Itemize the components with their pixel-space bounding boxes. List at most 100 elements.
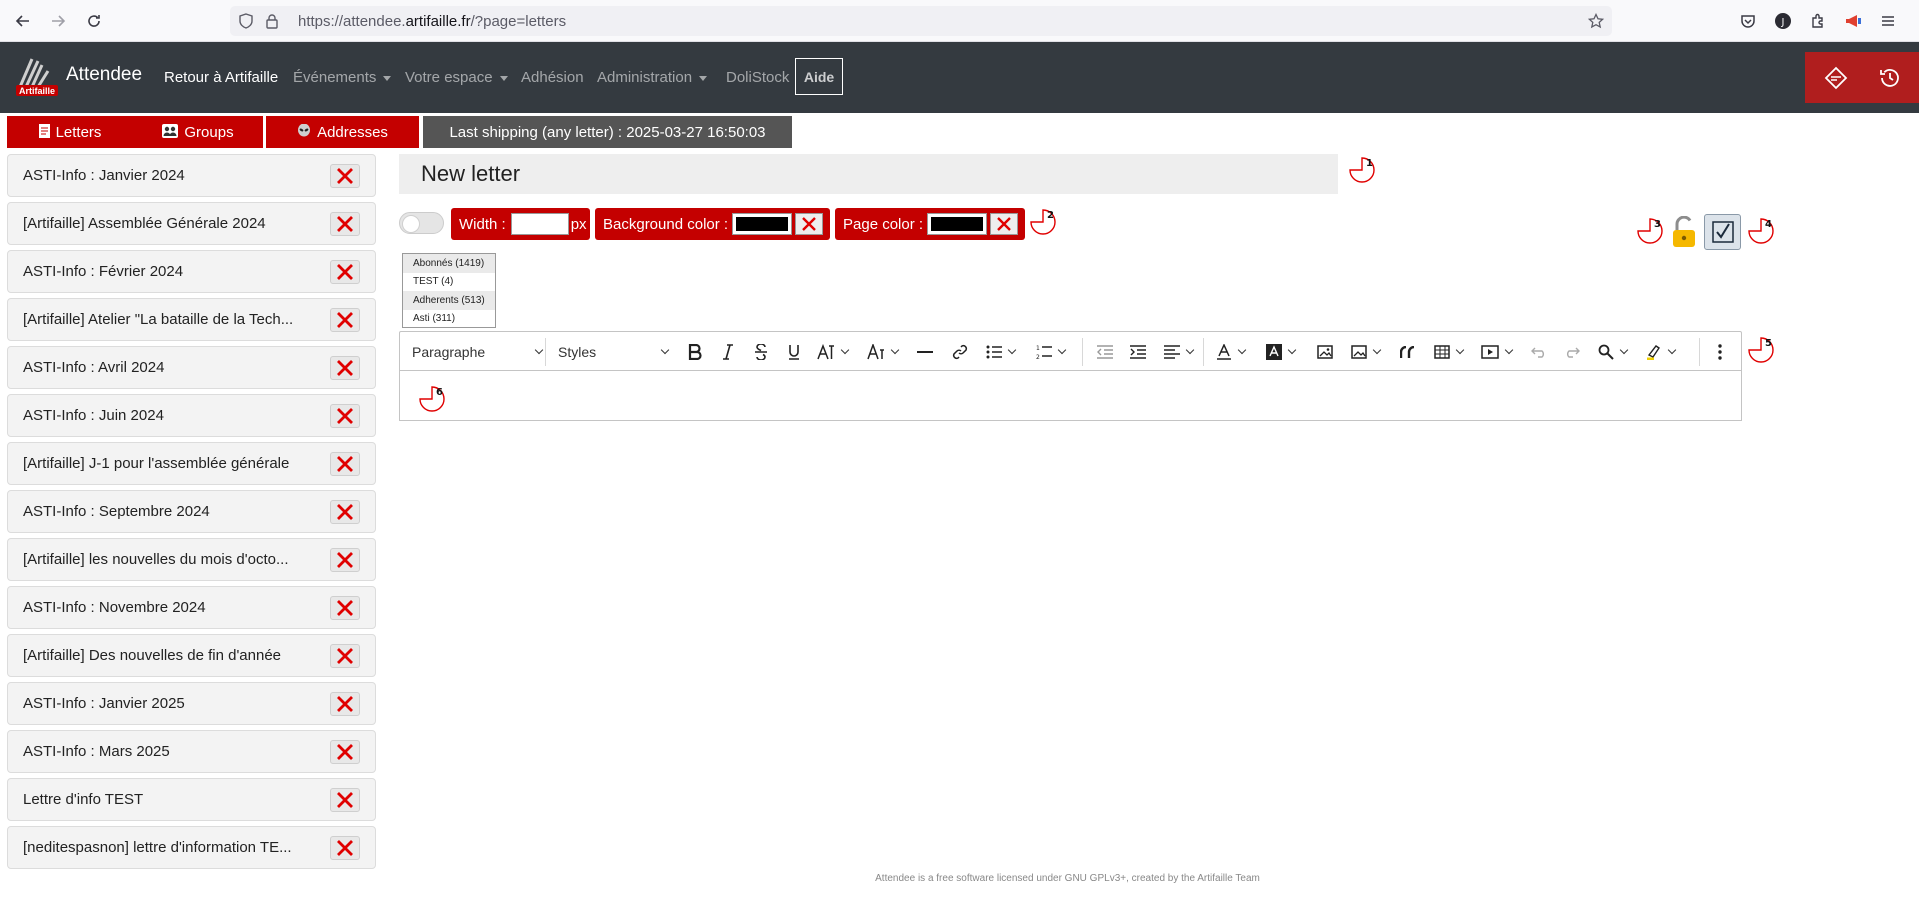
delete-letter-button[interactable] [330, 308, 360, 332]
group-option[interactable]: Asti (311) [403, 310, 495, 329]
reload-icon[interactable] [81, 8, 107, 34]
url-bar[interactable]: https://attendee.artifaille.fr/?page=let… [230, 6, 1612, 36]
unlock-icon[interactable] [1670, 215, 1698, 248]
nav-administration[interactable]: Administration [597, 69, 708, 86]
pocket-icon[interactable] [1738, 11, 1758, 31]
help-marker-icon[interactable]: 5 [1745, 334, 1777, 366]
font-family-icon[interactable] [812, 332, 852, 372]
delete-letter-button[interactable] [330, 836, 360, 860]
help-marker-icon[interactable]: 3 [1634, 215, 1666, 247]
lock-icon[interactable] [264, 13, 280, 29]
nav-dolistock[interactable]: DoliStock [726, 69, 789, 86]
letter-list-item[interactable]: ASTI-Info : Février 2024 [7, 250, 376, 293]
delete-letter-button[interactable] [330, 596, 360, 620]
clear-background-color-button[interactable] [795, 213, 824, 235]
delete-letter-button[interactable] [330, 548, 360, 572]
align-icon[interactable] [1158, 332, 1198, 372]
group-option[interactable]: Adherents (513) [403, 291, 495, 310]
help-marker-icon[interactable]: 6 [416, 383, 448, 415]
link-icon[interactable] [945, 332, 975, 372]
letter-list-item[interactable]: [Artifaille] Des nouvelles de fin d'anné… [7, 634, 376, 677]
width-input[interactable] [510, 213, 569, 235]
nav-votre-espace[interactable]: Votre espace [405, 69, 508, 86]
letter-title-input[interactable]: New letter [399, 154, 1338, 194]
redo-icon[interactable] [1557, 332, 1587, 372]
extensions-icon[interactable] [1808, 11, 1828, 31]
letter-list-item[interactable]: [Artifaille] Atelier "La bataille de la … [7, 298, 376, 341]
clear-page-color-button[interactable] [990, 213, 1019, 235]
validate-button[interactable] [1704, 214, 1741, 250]
shield-icon[interactable] [238, 13, 254, 29]
brand-name[interactable]: Attendee [66, 64, 142, 86]
subscribe-icon[interactable] [1810, 52, 1862, 103]
font-size-icon[interactable] [862, 332, 902, 372]
delete-letter-button[interactable] [330, 692, 360, 716]
delete-letter-button[interactable] [330, 212, 360, 236]
letter-list-item[interactable]: ASTI-Info : Janvier 2024 [7, 154, 376, 197]
delete-letter-button[interactable] [330, 164, 360, 188]
nav-evenements[interactable]: Événements [293, 69, 392, 86]
help-marker-icon[interactable]: 2 [1027, 206, 1059, 238]
letter-list-item[interactable]: ASTI-Info : Septembre 2024 [7, 490, 376, 533]
delete-letter-button[interactable] [330, 788, 360, 812]
letter-list-item[interactable]: ASTI-Info : Avril 2024 [7, 346, 376, 389]
styles-select[interactable]: Styles [558, 332, 668, 372]
delete-letter-button[interactable] [330, 452, 360, 476]
back-icon[interactable] [10, 8, 36, 34]
numbered-list-icon[interactable]: 12 [1030, 332, 1070, 372]
history-icon[interactable] [1864, 52, 1916, 103]
bulleted-list-icon[interactable] [980, 332, 1020, 372]
highlight-icon[interactable] [1640, 332, 1680, 372]
font-background-color-icon[interactable] [1260, 332, 1300, 372]
aide-button[interactable]: Aide [795, 58, 843, 95]
delete-letter-button[interactable] [330, 404, 360, 428]
media-embed-icon[interactable] [1476, 332, 1516, 372]
blockquote-icon[interactable] [1393, 332, 1423, 372]
insert-image-icon[interactable] [1310, 332, 1340, 372]
delete-letter-button[interactable] [330, 356, 360, 380]
editor-content-area[interactable] [399, 371, 1742, 421]
find-replace-icon[interactable] [1592, 332, 1632, 372]
groups-multiselect[interactable]: Abonnés (1419) TEST (4) Adherents (513) … [402, 253, 496, 328]
letter-list-item[interactable]: [Artifaille] J-1 pour l'assemblée généra… [7, 442, 376, 485]
insert-table-icon[interactable] [1428, 332, 1468, 372]
more-options-icon[interactable] [1705, 332, 1735, 372]
strikethrough-icon[interactable] [746, 332, 776, 372]
delete-letter-button[interactable] [330, 644, 360, 668]
letter-list-item[interactable]: ASTI-Info : Novembre 2024 [7, 586, 376, 629]
nav-retour-artifaille[interactable]: Retour à Artifaille [164, 69, 278, 86]
help-marker-icon[interactable]: 4 [1745, 215, 1777, 247]
underline-icon[interactable] [779, 332, 809, 372]
paragraph-format-select[interactable]: Paragraphe [412, 332, 542, 372]
italic-icon[interactable] [713, 332, 743, 372]
bold-icon[interactable] [680, 332, 710, 372]
page-color-picker[interactable] [927, 213, 988, 235]
font-color-icon[interactable] [1210, 332, 1250, 372]
artifaille-logo[interactable]: Artifaille [14, 55, 60, 97]
menu-icon[interactable] [1878, 11, 1898, 31]
undo-icon[interactable] [1524, 332, 1554, 372]
delete-letter-button[interactable] [330, 740, 360, 764]
background-color-picker[interactable] [732, 213, 793, 235]
tab-letters[interactable]: Letters [7, 116, 133, 148]
group-option[interactable]: TEST (4) [403, 273, 495, 292]
letter-list-item[interactable]: ASTI-Info : Mars 2025 [7, 730, 376, 773]
account-icon[interactable]: J [1773, 11, 1793, 31]
letter-list-item[interactable]: ASTI-Info : Juin 2024 [7, 394, 376, 437]
help-marker-icon[interactable]: 1 [1346, 154, 1378, 186]
group-option[interactable]: Abonnés (1419) [403, 254, 495, 273]
delete-letter-button[interactable] [330, 500, 360, 524]
bookmark-star-icon[interactable] [1587, 12, 1605, 29]
tab-groups[interactable]: Groups [133, 116, 263, 148]
letter-list-item[interactable]: ASTI-Info : Janvier 2025 [7, 682, 376, 725]
toggle-switch[interactable] [399, 212, 444, 234]
letter-list-item[interactable]: [neditespasnon] lettre d'information TE.… [7, 826, 376, 869]
insert-image-dropdown-icon[interactable] [1345, 332, 1385, 372]
tab-addresses[interactable]: Addresses [266, 116, 419, 148]
outdent-icon[interactable] [1090, 332, 1120, 372]
letter-list-item[interactable]: [Artifaille] Assemblée Générale 2024 [7, 202, 376, 245]
forward-icon[interactable] [45, 8, 71, 34]
nav-adhesion[interactable]: Adhésion [521, 69, 584, 86]
letter-list-item[interactable]: [Artifaille] les nouvelles du mois d'oct… [7, 538, 376, 581]
announcement-icon[interactable] [1843, 11, 1863, 31]
